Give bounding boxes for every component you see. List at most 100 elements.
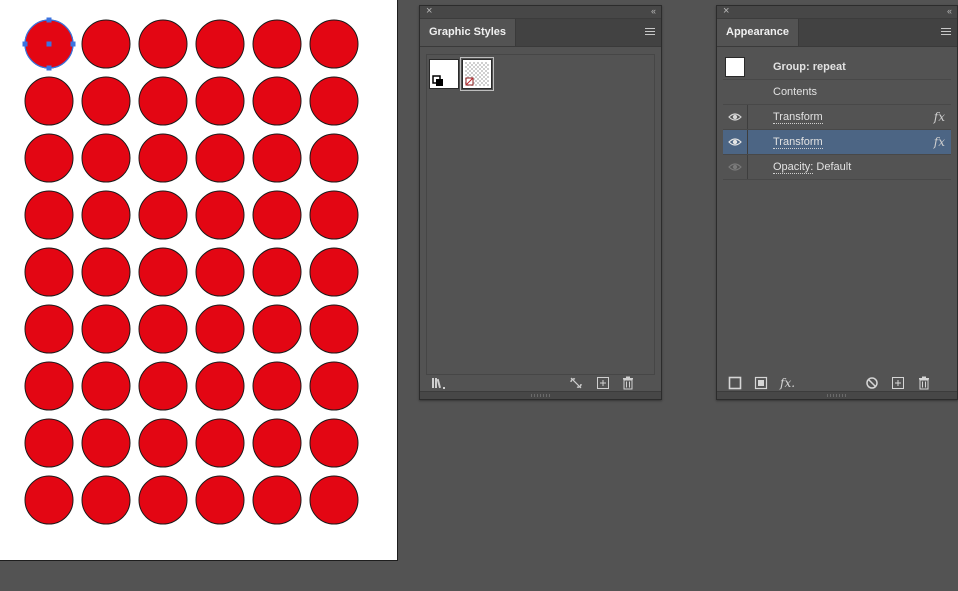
red-circle[interactable] bbox=[195, 418, 245, 468]
graphic-styles-footer bbox=[420, 375, 661, 391]
red-circle[interactable] bbox=[309, 19, 359, 69]
fx-button-icon[interactable]: fx. bbox=[780, 376, 800, 390]
panel-menu-icon[interactable] bbox=[941, 28, 951, 36]
default-style-icon bbox=[432, 75, 443, 86]
clear-appearance-icon[interactable] bbox=[865, 376, 879, 390]
collapse-icon[interactable]: ‹‹ bbox=[947, 4, 952, 18]
red-circle[interactable] bbox=[252, 304, 302, 354]
tab-bar: Appearance bbox=[717, 19, 957, 47]
panel-titlebar[interactable]: × ‹‹ bbox=[420, 4, 661, 19]
tab-graphic-styles[interactable]: Graphic Styles bbox=[420, 19, 517, 46]
fx-icon[interactable]: fx bbox=[934, 130, 945, 154]
appearance-panel: × ‹‹ Appearance Group: repeat Contents T… bbox=[716, 5, 958, 400]
red-circle[interactable] bbox=[81, 133, 131, 183]
red-circle[interactable] bbox=[138, 133, 188, 183]
red-circle[interactable] bbox=[24, 190, 74, 240]
none-style-swatch[interactable] bbox=[460, 57, 494, 91]
red-circle[interactable] bbox=[81, 247, 131, 297]
red-circle[interactable] bbox=[252, 19, 302, 69]
appearance-row-opacity[interactable]: Opacity: Default bbox=[723, 155, 951, 180]
red-circle[interactable] bbox=[252, 190, 302, 240]
red-circle[interactable] bbox=[195, 475, 245, 525]
red-circle[interactable] bbox=[252, 76, 302, 126]
red-circle[interactable] bbox=[81, 190, 131, 240]
red-circle[interactable] bbox=[252, 475, 302, 525]
red-circle[interactable] bbox=[309, 475, 359, 525]
default-style-swatch[interactable] bbox=[429, 59, 459, 89]
resize-grip[interactable] bbox=[717, 391, 957, 399]
red-circle[interactable] bbox=[81, 76, 131, 126]
break-link-icon[interactable] bbox=[569, 376, 583, 390]
red-circle[interactable] bbox=[309, 190, 359, 240]
red-circle[interactable] bbox=[81, 361, 131, 411]
red-circle[interactable] bbox=[81, 304, 131, 354]
appearance-row-group[interactable]: Group: repeat bbox=[723, 55, 951, 80]
red-circle[interactable] bbox=[138, 304, 188, 354]
red-circle[interactable] bbox=[252, 418, 302, 468]
appearance-row-transform-1[interactable]: Transform fx bbox=[723, 105, 951, 130]
red-circle[interactable] bbox=[195, 133, 245, 183]
appearance-row-transform-2[interactable]: Transform fx bbox=[723, 130, 951, 155]
red-circle[interactable] bbox=[24, 361, 74, 411]
panel-menu-icon[interactable] bbox=[645, 28, 655, 36]
circle-grid[interactable] bbox=[0, 0, 397, 560]
resize-grip[interactable] bbox=[420, 391, 661, 399]
group-thumbnail bbox=[725, 57, 745, 77]
trash-icon[interactable] bbox=[621, 376, 635, 390]
red-circle[interactable] bbox=[252, 133, 302, 183]
red-circle[interactable] bbox=[138, 76, 188, 126]
collapse-icon[interactable]: ‹‹ bbox=[651, 4, 656, 18]
appearance-row-label: Contents bbox=[773, 86, 818, 98]
row-separator bbox=[747, 105, 748, 129]
eye-icon[interactable] bbox=[728, 161, 742, 173]
red-circle[interactable] bbox=[195, 190, 245, 240]
red-circle[interactable] bbox=[195, 361, 245, 411]
eye-icon[interactable] bbox=[728, 136, 742, 148]
red-circle[interactable] bbox=[309, 76, 359, 126]
red-circle[interactable] bbox=[24, 133, 74, 183]
red-circle[interactable] bbox=[195, 304, 245, 354]
red-circle[interactable] bbox=[195, 19, 245, 69]
style-libraries-icon[interactable] bbox=[431, 376, 445, 390]
duplicate-item-icon[interactable] bbox=[891, 376, 905, 390]
red-circle[interactable] bbox=[81, 475, 131, 525]
red-circle[interactable] bbox=[138, 190, 188, 240]
red-circle[interactable] bbox=[81, 19, 131, 69]
red-circle[interactable] bbox=[309, 361, 359, 411]
red-circle[interactable] bbox=[138, 19, 188, 69]
appearance-row-label: Opacity: Default bbox=[773, 161, 852, 174]
red-circle[interactable] bbox=[195, 247, 245, 297]
close-icon[interactable]: × bbox=[426, 4, 432, 18]
add-stroke-icon[interactable] bbox=[728, 376, 742, 390]
red-circle[interactable] bbox=[309, 304, 359, 354]
red-circle[interactable] bbox=[81, 418, 131, 468]
red-circle[interactable] bbox=[252, 247, 302, 297]
red-circle[interactable] bbox=[24, 247, 74, 297]
red-circle[interactable] bbox=[309, 133, 359, 183]
trash-icon[interactable] bbox=[917, 376, 931, 390]
artboard[interactable] bbox=[0, 0, 398, 561]
fx-icon[interactable]: fx bbox=[934, 105, 945, 129]
red-circle[interactable] bbox=[24, 475, 74, 525]
red-circle[interactable] bbox=[138, 247, 188, 297]
appearance-row-contents[interactable]: Contents bbox=[723, 80, 951, 105]
add-fill-icon[interactable] bbox=[754, 376, 768, 390]
red-circle[interactable] bbox=[24, 304, 74, 354]
red-circle[interactable] bbox=[195, 76, 245, 126]
red-circle[interactable] bbox=[309, 247, 359, 297]
panel-titlebar[interactable]: × ‹‹ bbox=[717, 4, 957, 19]
eye-icon[interactable] bbox=[728, 111, 742, 123]
appearance-row-label: Group: repeat bbox=[773, 61, 846, 73]
new-style-icon[interactable] bbox=[596, 376, 610, 390]
red-circle[interactable] bbox=[138, 418, 188, 468]
red-circle[interactable] bbox=[138, 475, 188, 525]
close-icon[interactable]: × bbox=[723, 4, 729, 18]
graphic-styles-list[interactable] bbox=[426, 54, 655, 375]
tab-bar: Graphic Styles bbox=[420, 19, 661, 47]
red-circle[interactable] bbox=[252, 361, 302, 411]
red-circle[interactable] bbox=[24, 76, 74, 126]
red-circle[interactable] bbox=[24, 418, 74, 468]
red-circle[interactable] bbox=[138, 361, 188, 411]
red-circle[interactable] bbox=[309, 418, 359, 468]
tab-appearance[interactable]: Appearance bbox=[717, 19, 799, 46]
